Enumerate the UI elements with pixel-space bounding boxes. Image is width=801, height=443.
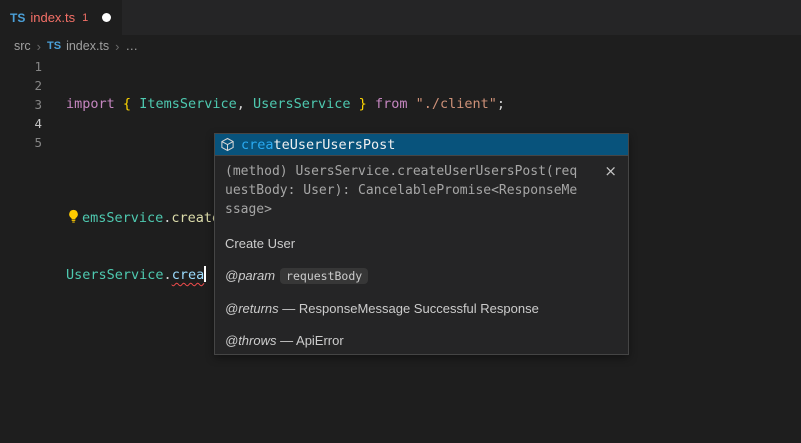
- typescript-file-icon: TS: [47, 40, 61, 52]
- docs-param-line: @param requestBody: [225, 268, 618, 284]
- line-number: 3: [0, 95, 42, 114]
- method-signature: (method) UsersService.createUserUsersPos…: [225, 162, 583, 219]
- tab-index-ts[interactable]: TS index.ts 1: [0, 0, 122, 35]
- typescript-file-icon: TS: [10, 11, 25, 25]
- lightbulb-icon[interactable]: [66, 209, 81, 224]
- line-number-active: 4: [0, 114, 42, 133]
- chevron-right-icon: ›: [115, 39, 119, 54]
- docs-returns-line: @returns — ResponseMessage Successful Re…: [225, 301, 618, 316]
- suggestion-label: createUserUsersPost: [241, 137, 395, 153]
- code-line-1[interactable]: import { ItemsService, UsersService } fr…: [66, 95, 562, 114]
- tab-bar: TS index.ts 1: [0, 0, 801, 35]
- symbol-method-cube-icon: [220, 137, 235, 152]
- suggestion-match-text: crea: [241, 137, 274, 153]
- breadcrumb-symbol-ellipsis[interactable]: …: [126, 39, 139, 53]
- returns-text: — ResponseMessage Successful Response: [282, 301, 539, 316]
- tab-file-name: index.ts: [30, 10, 75, 25]
- tab-error-count-badge: 1: [82, 12, 88, 24]
- breadcrumb-file[interactable]: index.ts: [66, 39, 109, 53]
- tab-modified-dot-icon[interactable]: [102, 13, 111, 22]
- suggestion-rest-text: teUserUsersPost: [274, 137, 396, 153]
- suggestion-docs-panel: × (method) UsersService.createUserUsersP…: [215, 155, 628, 354]
- throws-text: — ApiError: [280, 333, 344, 348]
- suggestion-item-selected[interactable]: createUserUsersPost: [215, 134, 628, 155]
- jsdoc-returns-tag: @returns: [225, 301, 279, 316]
- editor-gutter: 1 2 3 4 5: [0, 57, 42, 152]
- line-number: 5: [0, 133, 42, 152]
- jsdoc-throws-tag: @throws: [225, 333, 277, 348]
- breadcrumb: src › TS index.ts › …: [0, 35, 801, 57]
- suggest-widget: createUserUsersPost × (method) UsersServ…: [214, 133, 629, 355]
- docs-summary: Create User: [225, 236, 618, 251]
- line-number: 1: [0, 57, 42, 76]
- jsdoc-param-tag: @param: [225, 268, 275, 283]
- chevron-right-icon: ›: [37, 39, 41, 54]
- param-name-chip: requestBody: [280, 268, 368, 284]
- docs-throws-line: @throws — ApiError: [225, 333, 618, 348]
- line-number: 2: [0, 76, 42, 95]
- text-cursor: [204, 266, 206, 282]
- breadcrumb-folder[interactable]: src: [14, 39, 31, 53]
- close-icon[interactable]: ×: [604, 165, 617, 178]
